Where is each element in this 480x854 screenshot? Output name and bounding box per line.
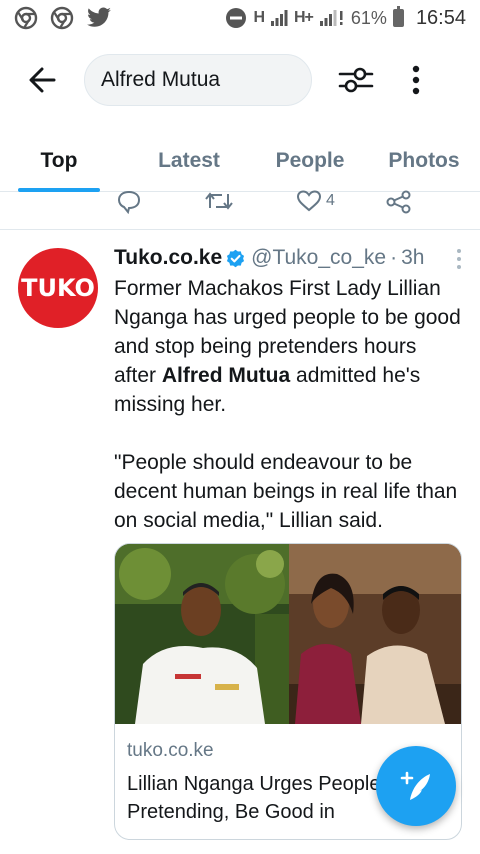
author-handle[interactable]: @Tuko_co_ke <box>251 246 386 270</box>
retweet-icon <box>205 192 233 210</box>
avatar[interactable]: TUKO <box>18 248 98 328</box>
back-arrow-icon <box>29 67 56 93</box>
tweet-text-highlight: Alfred Mutua <box>161 364 291 387</box>
notification-icons <box>14 6 112 30</box>
retweet-button[interactable] <box>204 190 234 212</box>
search-header: Alfred Mutua <box>0 48 480 112</box>
card-domain: tuko.co.ke <box>127 740 214 761</box>
like-count: 4 <box>326 192 335 209</box>
tab-photos[interactable]: Photos <box>368 130 480 192</box>
tweet-text: Former Machakos First Lady Lillian Ngang… <box>114 274 464 535</box>
chrome-icon <box>50 6 74 30</box>
compose-tweet-button[interactable] <box>376 746 456 826</box>
reply-icon <box>117 190 141 214</box>
signal-icon <box>319 10 343 26</box>
like-button[interactable]: 4 <box>296 190 335 212</box>
tweet-menu-icon[interactable] <box>454 248 464 270</box>
more-vertical-icon <box>412 65 420 95</box>
separator: · <box>390 246 398 269</box>
tweet-header: Tuko.co.ke @Tuko_co_ke · 3h <box>114 244 464 272</box>
share-icon <box>386 190 411 214</box>
battery-icon <box>392 6 404 27</box>
compose-tweet-icon <box>400 771 430 800</box>
search-tabs: Top Latest People Photos <box>0 130 480 192</box>
tweet-quote-text: "People should endeavour to be decent hu… <box>114 451 458 532</box>
network-type-2: H+ <box>294 9 314 26</box>
verified-badge-icon <box>227 249 245 267</box>
network-type-1: H <box>253 9 265 26</box>
system-status: H H+ 61% 16:54 <box>225 6 466 30</box>
do-not-disturb-icon <box>226 8 247 28</box>
search-input[interactable]: Alfred Mutua <box>84 54 312 106</box>
card-image <box>115 544 461 724</box>
share-button[interactable] <box>386 190 412 214</box>
clock: 16:54 <box>415 6 466 29</box>
back-button[interactable] <box>0 52 84 108</box>
filter-icon <box>338 67 374 93</box>
tab-people[interactable]: People <box>254 130 366 192</box>
previous-tweet-actions: 4 <box>0 186 480 218</box>
status-bar: H H+ 61% 16:54 <box>0 0 480 36</box>
tweet-time: 3h <box>401 246 425 269</box>
battery-percent: 61% <box>350 7 387 28</box>
chrome-icon <box>14 6 38 30</box>
twitter-icon <box>87 7 111 27</box>
tab-top[interactable]: Top <box>18 130 100 192</box>
like-icon <box>296 190 322 212</box>
more-options-button[interactable] <box>388 52 444 108</box>
signal-icon <box>271 10 288 26</box>
reply-button[interactable] <box>116 190 142 214</box>
tab-latest[interactable]: Latest <box>128 130 250 192</box>
filter-button[interactable] <box>324 52 388 108</box>
author-name[interactable]: Tuko.co.ke <box>114 246 222 270</box>
